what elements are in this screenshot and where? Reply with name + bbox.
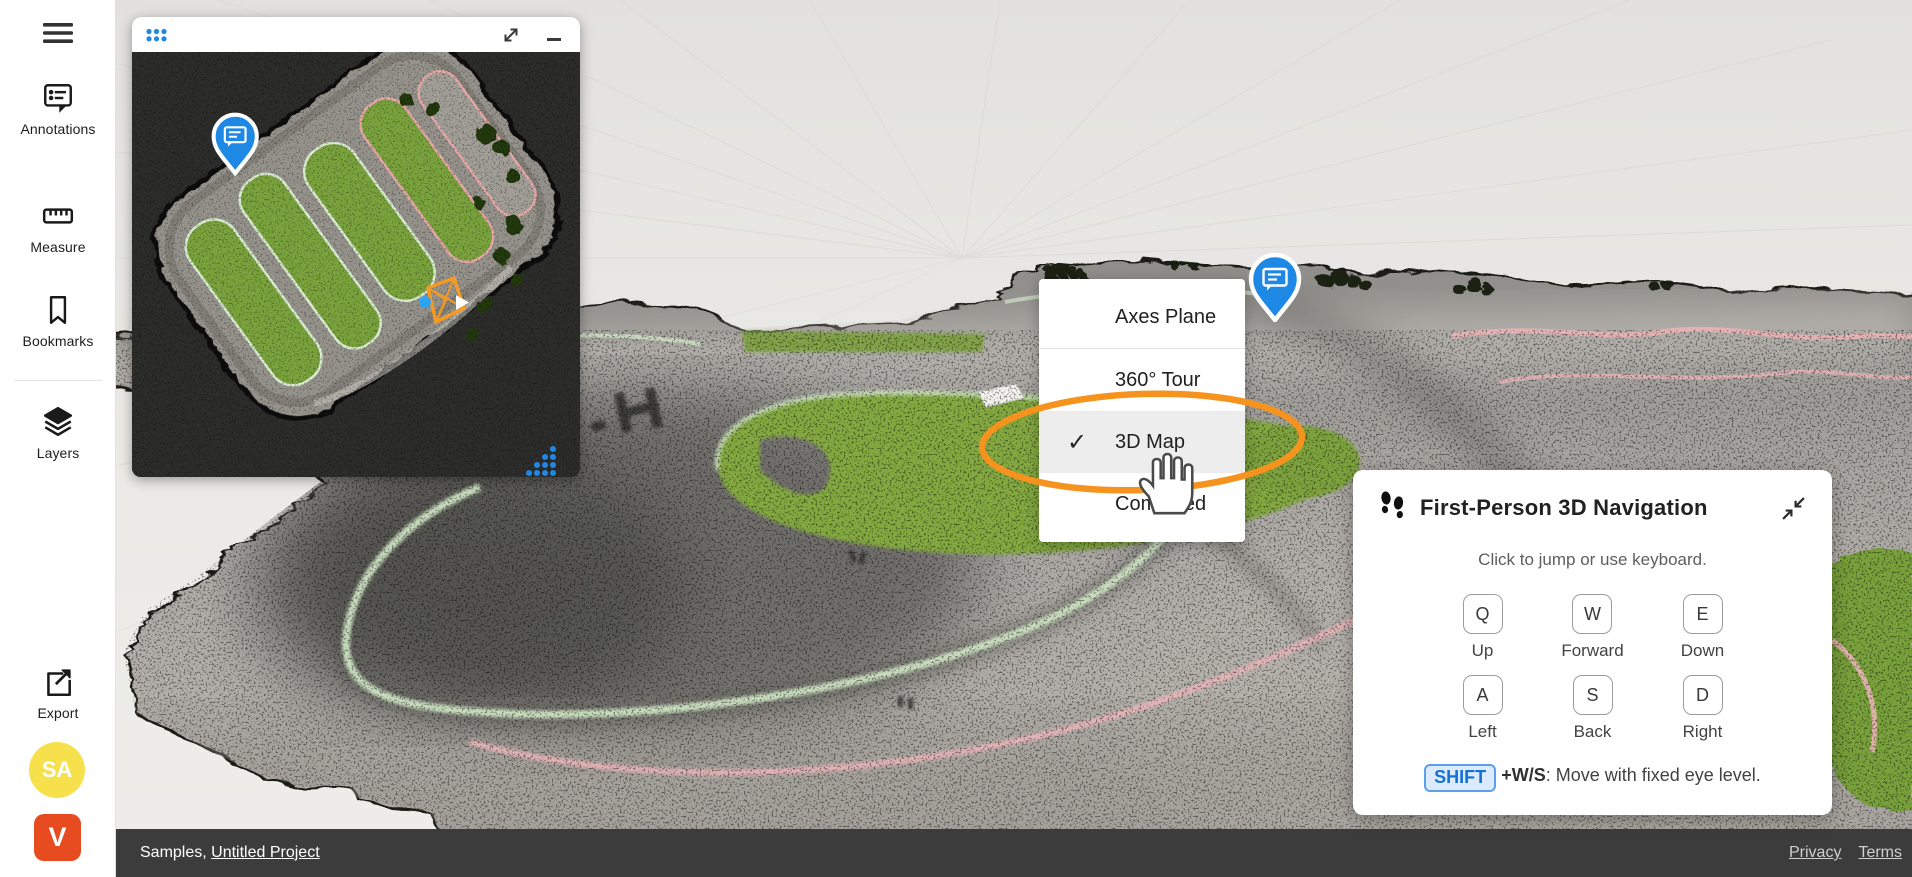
- sidebar-item-label: Layers: [36, 445, 80, 461]
- project-name-link[interactable]: Untitled Project: [211, 844, 320, 861]
- sidebar-item-label: Measure: [30, 239, 86, 255]
- drag-grid-icon[interactable]: [145, 27, 168, 43]
- menu-item-360-tour[interactable]: 360° Tour: [1039, 349, 1245, 411]
- minimize-icon[interactable]: [547, 38, 561, 41]
- avatar-initials: SA: [41, 757, 73, 782]
- sidebar-item-bookmarks[interactable]: Bookmarks: [0, 292, 116, 349]
- brand-logo[interactable]: V: [34, 814, 81, 861]
- minimap-titlebar[interactable]: [132, 17, 580, 52]
- panel-hint: Click to jump or use keyboard.: [1478, 550, 1707, 569]
- sidebar-item-measure[interactable]: Measure: [0, 198, 116, 255]
- minimap-map[interactable]: [132, 37, 580, 477]
- breadcrumb-prefix: Samples,: [140, 844, 207, 861]
- annotations-icon: [41, 80, 75, 116]
- menu-item-combined[interactable]: Combined: [1039, 473, 1245, 535]
- key-s: S Back: [1572, 675, 1613, 742]
- menu-item-3d-map[interactable]: ✓ 3D Map: [1039, 411, 1245, 473]
- sidebar-item-export[interactable]: Export: [0, 664, 116, 721]
- sidebar-item-annotations[interactable]: Annotations: [0, 80, 116, 137]
- footprints-icon: [1379, 491, 1406, 525]
- sidebar: Annotations Measure Bookmarks Layers Exp…: [0, 0, 116, 877]
- panel-title: First-Person 3D Navigation: [1420, 495, 1708, 520]
- menu-item-axes-plane[interactable]: Axes Plane: [1039, 286, 1245, 348]
- privacy-link[interactable]: Privacy: [1789, 844, 1841, 862]
- sidebar-item-layers[interactable]: Layers: [0, 404, 116, 461]
- bookmarks-icon: [41, 292, 75, 328]
- breadcrumb: Samples, Untitled Project: [140, 844, 320, 862]
- annotation-pin[interactable]: [1247, 252, 1303, 327]
- checkmark-icon: ✓: [1067, 428, 1088, 456]
- menu-item-label: 360° Tour: [1115, 368, 1201, 391]
- hamburger-menu-icon[interactable]: [0, 20, 116, 46]
- keyboard-help-grid: Q Up W Forward E Down A Left S Back D Ri…: [1428, 594, 1758, 742]
- brand-logo-letter: V: [48, 822, 67, 852]
- terms-link[interactable]: Terms: [1858, 844, 1902, 862]
- key-q: Q Up: [1462, 594, 1503, 661]
- app-window: Annotations Measure Bookmarks Layers Exp…: [0, 0, 1912, 877]
- key-w: W Forward: [1561, 594, 1624, 661]
- footer-bar: Samples, Untitled Project Privacy Terms: [116, 829, 1912, 877]
- first-person-nav-panel: First-Person 3D Navigation Click to jump…: [1353, 470, 1832, 815]
- key-e: E Down: [1681, 594, 1724, 661]
- sidebar-item-label: Annotations: [20, 121, 96, 137]
- collapse-icon[interactable]: [1781, 496, 1806, 521]
- layers-icon: [41, 404, 75, 440]
- shift-hint-text: : Move with fixed eye level.: [1545, 765, 1761, 785]
- menu-item-label: Combined: [1115, 492, 1207, 515]
- sidebar-divider: [14, 380, 102, 381]
- measure-icon: [41, 198, 75, 234]
- shift-key-badge: SHIFT: [1424, 764, 1497, 792]
- key-d: D Right: [1682, 675, 1723, 742]
- key-a: A Left: [1462, 675, 1503, 742]
- export-icon: [41, 664, 75, 700]
- shift-hint-line: SHIFT +W/S: Move with fixed eye level.: [1379, 764, 1806, 792]
- sidebar-item-label: Export: [37, 705, 79, 721]
- menu-item-label: 3D Map: [1115, 430, 1186, 453]
- expand-icon[interactable]: [500, 24, 522, 46]
- view-mode-menu: Axes Plane 360° Tour ✓ 3D Map Combined: [1039, 279, 1245, 542]
- minimap-window: [132, 17, 580, 477]
- user-avatar[interactable]: SA: [29, 742, 85, 798]
- sidebar-item-label: Bookmarks: [22, 333, 94, 349]
- menu-item-label: Axes Plane: [1115, 305, 1217, 328]
